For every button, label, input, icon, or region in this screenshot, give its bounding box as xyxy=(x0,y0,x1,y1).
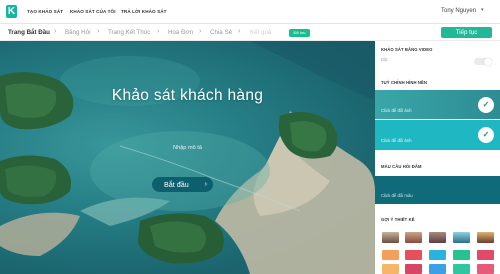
chevron-right-icon: › xyxy=(54,28,57,35)
chevron-right-icon: › xyxy=(199,28,202,35)
background-image-hint: Click để đổi ảnh xyxy=(381,108,412,113)
step-results[interactable]: Kết quả xyxy=(250,29,271,36)
color-swatch[interactable] xyxy=(382,250,399,260)
button-color-hint: Click để đổi màu xyxy=(381,193,413,198)
color-swatch[interactable] xyxy=(429,264,446,274)
color-swatch[interactable] xyxy=(453,250,470,260)
design-thumbnail[interactable] xyxy=(405,232,422,243)
step-questionnaire[interactable]: Bảng Hỏi xyxy=(65,29,90,36)
start-button-label: Bắt đầu xyxy=(164,180,189,189)
color-swatch[interactable] xyxy=(405,250,422,260)
video-toggle[interactable] xyxy=(474,57,492,66)
user-menu[interactable]: Tony Nguyen xyxy=(441,8,476,14)
top-navigation: K TẠO KHẢO SÁT KHẢO SÁT CỦA TÔI TRẢ LỜI … xyxy=(0,0,500,24)
app-logo[interactable]: K xyxy=(6,5,17,18)
design-thumbnail[interactable] xyxy=(429,232,446,243)
design-suggestions-title: GỢI Ý THIẾT KẾ xyxy=(381,217,415,222)
design-thumbnail[interactable] xyxy=(382,232,399,243)
background-section-title: TUỲ CHỈNH HÌNH NỀN xyxy=(381,80,428,85)
video-toggle-label: Bật xyxy=(381,57,388,62)
lagoon-scene-image xyxy=(0,41,375,274)
saved-badge: Đã lưu xyxy=(289,28,310,37)
step-bar: Trang Bắt Đầu › Bảng Hỏi › Trang Kết Thú… xyxy=(0,24,500,41)
chevron-right-icon: › xyxy=(238,28,241,35)
color-swatch[interactable] xyxy=(429,250,446,260)
nav-my-surveys[interactable]: KHẢO SÁT CỦA TÔI xyxy=(70,9,116,14)
color-swatch[interactable] xyxy=(382,264,399,274)
color-swatch[interactable] xyxy=(477,264,494,274)
color-swatch[interactable] xyxy=(477,250,494,260)
survey-description[interactable]: Nhập mô tả xyxy=(0,145,375,151)
design-thumbnail[interactable] xyxy=(453,232,470,243)
chevron-right-icon: › xyxy=(97,28,100,35)
color-swatch[interactable] xyxy=(405,264,422,274)
chevron-down-icon[interactable]: ▾ xyxy=(481,7,484,13)
chevron-right-icon: › xyxy=(157,28,160,35)
button-color-section-title: MÀU CÂU HỎI ĐÂM xyxy=(381,164,422,169)
nav-create-survey[interactable]: TẠO KHẢO SÁT xyxy=(27,9,63,14)
chevron-right-icon: › xyxy=(204,181,207,188)
step-invoice[interactable]: Hoá Đơn xyxy=(168,29,193,36)
start-button[interactable]: Bắt đầu › xyxy=(152,177,213,192)
survey-hero-background: Khảo sát khách hàng Nhập mô tả Bắt đầu › xyxy=(0,41,375,274)
button-color-picker[interactable]: Click để đổi màu xyxy=(375,176,500,204)
check-icon: ✓ xyxy=(478,97,494,113)
step-end-page[interactable]: Trang Kết Thúc xyxy=(108,29,150,36)
background-color-hint: Click để đổi ảnh xyxy=(381,138,412,143)
step-share[interactable]: Chia Sẻ xyxy=(210,29,232,36)
nav-answer-surveys[interactable]: TRẢ LỜI KHẢO SÁT xyxy=(121,9,167,14)
survey-title[interactable]: Khảo sát khách hàng xyxy=(0,87,375,105)
video-section-title: KHẢO SÁT BẰNG VIDEO xyxy=(381,47,433,52)
design-thumbnail[interactable] xyxy=(477,232,494,243)
step-start-page[interactable]: Trang Bắt Đầu xyxy=(8,29,50,36)
color-swatch[interactable] xyxy=(453,264,470,274)
check-icon: ✓ xyxy=(478,127,494,143)
continue-button[interactable]: Tiếp tục xyxy=(441,27,492,38)
